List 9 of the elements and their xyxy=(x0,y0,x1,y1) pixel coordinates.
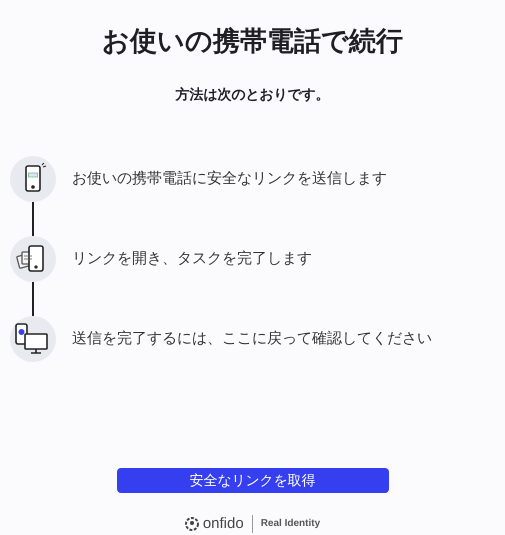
onfido-logo-icon xyxy=(184,516,199,531)
step-text: お使いの携帯電話に安全なリンクを送信します xyxy=(72,168,387,189)
step-text: 送信を完了するには、ここに戻って確認してください xyxy=(72,328,432,349)
get-secure-link-button[interactable]: 安全なリンクを取得 xyxy=(116,468,388,492)
brand-name: onfido xyxy=(202,514,244,534)
subtitle: 方法は次のとおりです。 xyxy=(176,85,330,104)
page-title: お使いの携帯電話で続行 xyxy=(102,25,403,58)
step-text: リンクを開き、タスクを完了します xyxy=(72,248,312,269)
tagline: Real Identity xyxy=(260,517,320,532)
